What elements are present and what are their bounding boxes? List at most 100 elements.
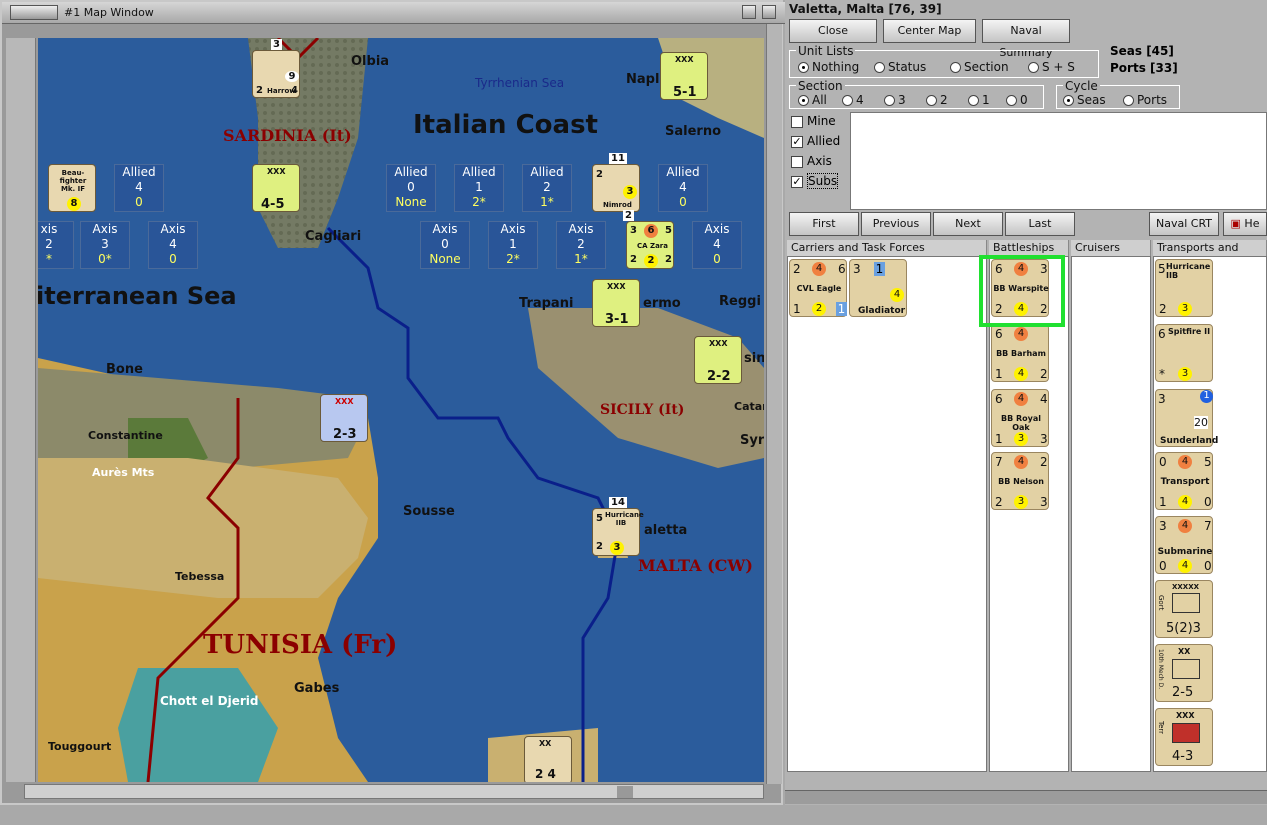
counter-zara[interactable]: 2 3 6 5 CA Zara 2 2 2 (623, 210, 674, 269)
map-view[interactable]: Italian Coast SARDINIA (It) iterranean S… (38, 38, 764, 782)
counter-xii-corps[interactable]: XXX 3-1 (592, 279, 640, 327)
region-sicily: SICILY (It) (600, 402, 685, 418)
counter-bottom-unit[interactable]: XX 2 4 (524, 736, 572, 782)
col-battleships[interactable]: Battleships (989, 240, 1069, 256)
counter-tunisia-corps[interactable]: XXX 2-3 (320, 394, 368, 442)
window-menu-icon[interactable] (10, 5, 58, 20)
battleship-royal-oak[interactable]: 6 4 4 BB Royal Oak 1 3 3 (991, 389, 1049, 447)
check-subs[interactable]: ✓ Subs (791, 173, 839, 189)
map-horizontal-scrollbar[interactable] (24, 784, 764, 799)
region-mediterranean: iterranean Sea (38, 282, 237, 310)
app-window: #1 Map Window Italian Coast SARDINIA (It… (0, 0, 1267, 825)
air-spitfire[interactable]: 6 Spitfire II * 3 (1155, 324, 1213, 382)
check-axis[interactable]: Axis (791, 154, 832, 168)
naval-submarine[interactable]: 3 4 7 Submarine 0 4 0 (1155, 516, 1213, 574)
counter-sicily-corps[interactable]: XXX 2-2 (694, 336, 742, 384)
radio-nothing[interactable]: Nothing (798, 60, 859, 74)
radio-cycle-ports[interactable]: Ports (1123, 93, 1167, 107)
radio-all[interactable]: All (798, 93, 827, 107)
location-title: Valetta, Malta [76, 39] (789, 2, 942, 16)
first-button[interactable]: First (789, 212, 859, 236)
counter-hurricane[interactable]: 14 5 Hurricane IIB 2 3 (592, 497, 644, 556)
city-sina: sina (744, 351, 764, 366)
naval-summary-button[interactable]: Naval Summary (982, 19, 1070, 59)
city-chott: Chott el Djerid (160, 694, 259, 708)
axis-box[interactable]: Axis 2 1* (556, 221, 606, 269)
close-window-icon[interactable] (762, 5, 776, 19)
cruisers-list[interactable] (1071, 256, 1151, 772)
ports-count: Ports [33] (1110, 61, 1178, 75)
next-button[interactable]: Next (933, 212, 1003, 236)
section-title: Section (796, 79, 845, 93)
axis-box[interactable]: Axis 1 2* (488, 221, 538, 269)
axis-box[interactable]: Axis 4 0 (692, 221, 742, 269)
carrier-eagle[interactable]: 2 4 6 CVL Eagle 1 2 1 (789, 259, 847, 317)
center-map-button[interactable]: Center Map (883, 19, 976, 43)
radio-1[interactable]: 1 (968, 93, 990, 107)
battleship-barham[interactable]: 6 4 BB Barham 1 4 2 (991, 324, 1049, 382)
section-group: Section All 4 3 2 1 0 (789, 79, 1044, 109)
axis-box[interactable]: xis 2 * (38, 221, 74, 269)
check-mine[interactable]: Mine (791, 114, 836, 128)
radio-s-plus-s[interactable]: S + S (1028, 60, 1075, 74)
land-gort[interactable]: XXXXX Gort 5(2)3 (1155, 580, 1213, 638)
minimize-icon[interactable] (742, 5, 756, 19)
allied-box[interactable]: Allied 2 1* (522, 164, 572, 212)
last-button[interactable]: Last (1005, 212, 1075, 236)
land-terr[interactable]: XXX Terr 4-3 (1155, 708, 1213, 766)
col-carriers[interactable]: Carriers and Task Forces (787, 240, 987, 256)
axis-box[interactable]: Axis 4 0 (148, 221, 198, 269)
air-hurricane[interactable]: 5 Hurricane IIB 2 3 (1155, 259, 1213, 317)
help-button[interactable]: ▣ He (1223, 212, 1267, 236)
battleship-nelson[interactable]: 7 4 2 BB Nelson 2 3 3 (991, 452, 1049, 510)
city-bone: Bone (106, 362, 143, 377)
allied-box[interactable]: Allied 0 None (386, 164, 436, 212)
radio-4[interactable]: 4 (842, 93, 864, 107)
previous-button[interactable]: Previous (861, 212, 931, 236)
naval-transport[interactable]: 0 4 5 Transport 1 4 0 (1155, 452, 1213, 510)
col-transports[interactable]: Transports and Subs (1153, 240, 1267, 270)
infantry-symbol-icon (1172, 593, 1200, 613)
land-10th-mech[interactable]: XX 10th Mech D. 2-5 (1155, 644, 1213, 702)
scroll-thumb[interactable] (617, 786, 633, 798)
radio-3[interactable]: 3 (884, 93, 906, 107)
radio-status[interactable]: Status (874, 60, 926, 74)
col-cruisers[interactable]: Cruisers (1071, 240, 1151, 256)
counter-harrow[interactable]: 3 2 Harrow 4 9 (252, 39, 300, 98)
city-trapani: Trapani (519, 296, 574, 311)
help-book-icon: ▣ (1230, 217, 1241, 230)
map-vertical-scrollbar[interactable] (766, 24, 782, 784)
allied-box[interactable]: Allied 4 0 (658, 164, 708, 212)
infantry-red-icon (1172, 723, 1200, 743)
radio-section[interactable]: Section (950, 60, 1009, 74)
check-allied[interactable]: ✓ Allied (791, 134, 840, 148)
city-sousse: Sousse (403, 504, 455, 519)
axis-box[interactable]: Axis 0 None (420, 221, 470, 269)
counter-napoli[interactable]: XXX 5-1 (660, 52, 708, 100)
allied-box[interactable]: Allied 4 0 (114, 164, 164, 212)
counter-nimrod[interactable]: 11 2 3 Nimrod (592, 153, 640, 212)
city-cagliari: Cagliari (305, 229, 362, 244)
close-button[interactable]: Close (789, 19, 877, 43)
mech-symbol-icon (1172, 659, 1200, 679)
panel-bottom-scrollbar[interactable] (785, 790, 1267, 804)
region-malta: MALTA (CW) (638, 556, 753, 575)
axis-box[interactable]: Axis 3 0* (80, 221, 130, 269)
close-label: Close (818, 24, 848, 37)
city-napl: Napl (626, 72, 660, 87)
info-list[interactable] (850, 112, 1267, 210)
air-sunderland[interactable]: 3 1 20 Sunderland (1155, 389, 1218, 447)
radio-0[interactable]: 0 (1006, 93, 1028, 107)
naval-crt-button[interactable]: Naval CRT (1149, 212, 1219, 236)
counter-beaufighter[interactable]: Beau-fighter Mk. IF 8 (48, 164, 96, 212)
carriers-list[interactable] (787, 256, 987, 772)
allied-box[interactable]: Allied 1 2* (454, 164, 504, 212)
seas-count: Seas [45] (1110, 44, 1174, 58)
map-window-titlebar: #1 Map Window (2, 2, 785, 24)
city-salerno: Salerno (665, 124, 722, 139)
counter-sardinia-corps[interactable]: XXX 4-5 (252, 164, 300, 212)
radio-cycle-seas[interactable]: Seas (1063, 93, 1106, 107)
carrier-gladiator[interactable]: 3 1 4 Gladiator (849, 259, 907, 317)
cycle-title: Cycle (1063, 79, 1100, 93)
radio-2[interactable]: 2 (926, 93, 948, 107)
